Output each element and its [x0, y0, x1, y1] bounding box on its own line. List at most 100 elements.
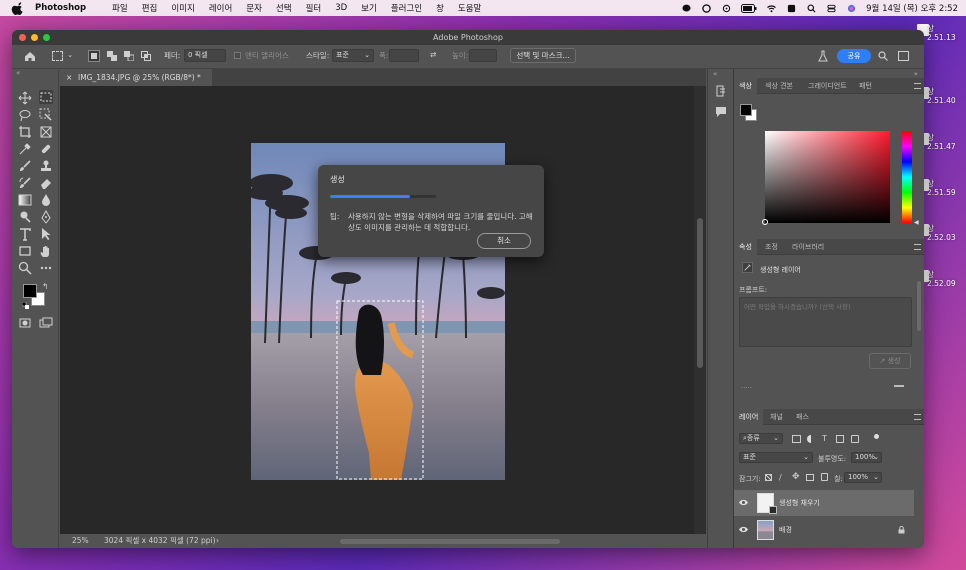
layer-row-background[interactable]: 배경 — [734, 517, 914, 543]
siri-icon[interactable] — [846, 4, 857, 13]
tab-gradients[interactable]: 그레이디언트 — [808, 78, 847, 94]
marquee-preset-icon[interactable] — [52, 51, 63, 61]
apple-icon[interactable] — [11, 2, 25, 16]
swap-colors-icon[interactable]: ↰ — [42, 282, 49, 291]
rectangular-marquee-tool-icon[interactable] — [39, 90, 53, 104]
rectangle-tool-icon[interactable] — [18, 244, 32, 258]
tab-patterns[interactable]: 패턴 — [859, 78, 872, 94]
filter-smart-object-icon[interactable] — [851, 435, 859, 443]
minimize-window-button[interactable] — [31, 34, 38, 41]
app-menu[interactable]: Photoshop — [35, 3, 86, 13]
comments-panel-icon[interactable] — [715, 106, 727, 118]
add-selection-icon[interactable] — [107, 51, 117, 61]
display-icon[interactable] — [786, 4, 797, 13]
panel-resize-handle[interactable] — [894, 385, 904, 388]
tab-layers[interactable]: 레이어 — [734, 409, 764, 425]
hue-slider-handle[interactable]: ◀ — [914, 219, 919, 226]
chevron-right-icon[interactable]: › — [216, 534, 219, 548]
flask-icon[interactable] — [818, 50, 828, 62]
collapse-arrows-icon[interactable]: « — [713, 70, 717, 78]
color-picker-cursor[interactable] — [762, 219, 768, 225]
eraser-tool-icon[interactable] — [39, 176, 53, 190]
history-panel-icon[interactable] — [715, 85, 727, 97]
history-brush-tool-icon[interactable] — [18, 176, 32, 190]
desktop-file[interactable]: 상 2.51.47 — [917, 133, 965, 163]
lasso-tool-icon[interactable] — [18, 108, 32, 122]
layer-filter-kind-dropdown[interactable]: ⌕종류 ⌄ — [739, 433, 783, 444]
menu-edit[interactable]: 편집 — [142, 2, 158, 14]
antialias-checkbox[interactable] — [234, 52, 241, 59]
hand-tool-icon[interactable] — [39, 244, 53, 258]
collapse-arrows-icon[interactable]: « — [16, 69, 20, 77]
menu-view[interactable]: 보기 — [361, 2, 377, 14]
zoom-tool-icon[interactable] — [18, 261, 32, 275]
menu-type[interactable]: 문자 — [246, 2, 262, 14]
desktop-file[interactable]: 상 2.52.09 — [917, 270, 965, 300]
blend-mode-dropdown[interactable]: 표준 ⌄ — [739, 452, 813, 463]
foreground-color-swatch[interactable] — [23, 284, 37, 298]
width-input[interactable] — [389, 49, 419, 62]
style-dropdown[interactable]: 표준 ⌄ — [332, 49, 374, 62]
cancel-button[interactable]: 취소 — [477, 233, 531, 249]
visibility-eye-icon[interactable] — [739, 499, 748, 506]
filter-shape-icon[interactable] — [836, 435, 844, 443]
clone-stamp-tool-icon[interactable] — [39, 159, 53, 173]
lock-all-icon[interactable] — [821, 473, 828, 481]
gradient-tool-icon[interactable] — [18, 193, 32, 207]
frame-tool-icon[interactable] — [39, 125, 53, 139]
desktop-file[interactable]: 상 2.51.59 — [917, 179, 965, 209]
lock-position-icon[interactable]: ✥ — [792, 472, 800, 482]
crop-tool-icon[interactable] — [18, 125, 32, 139]
path-selection-tool-icon[interactable] — [39, 227, 53, 241]
type-tool-icon[interactable] — [18, 227, 32, 241]
collapse-arrows-icon[interactable]: » — [914, 70, 918, 78]
menu-file[interactable]: 파일 — [112, 2, 128, 14]
document-tab[interactable]: × IMG_1834.JPG @ 25% (RGB/8*) * — [60, 69, 212, 86]
visibility-eye-icon[interactable] — [739, 526, 748, 533]
tab-adjustments[interactable]: 조정 — [765, 239, 778, 255]
desktop-file[interactable]: 상 2.51.13 — [917, 24, 965, 54]
menu-help[interactable]: 도움말 — [458, 2, 481, 14]
screen-mode-icon[interactable] — [39, 316, 53, 330]
color-picker-field[interactable] — [765, 131, 890, 223]
menu-image[interactable]: 이미지 — [171, 2, 194, 14]
filter-type-icon[interactable]: T — [822, 434, 827, 443]
workspace-icon[interactable] — [898, 51, 909, 61]
share-button[interactable]: 공유 — [837, 49, 871, 63]
menu-select[interactable]: 선택 — [276, 2, 292, 14]
swap-icon[interactable]: ⇄ — [430, 50, 436, 59]
wifi-icon[interactable] — [766, 4, 777, 13]
sync-icon[interactable] — [721, 4, 732, 13]
opacity-input[interactable]: 100% ⌄ — [851, 452, 882, 463]
spotlight-search-icon[interactable] — [806, 3, 817, 13]
menubar-clock[interactable]: 9월 14일 (목) 오후 2:52 — [866, 2, 958, 14]
new-selection-icon[interactable] — [88, 50, 100, 62]
chat-icon[interactable] — [681, 4, 692, 13]
tab-swatches[interactable]: 색상 견본 — [765, 78, 793, 94]
pen-tool-icon[interactable] — [39, 210, 53, 224]
blur-tool-icon[interactable] — [39, 193, 53, 207]
scroll-thumb[interactable] — [697, 218, 703, 368]
vertical-scrollbar[interactable] — [694, 86, 706, 534]
menu-plugins[interactable]: 플러그인 — [391, 2, 422, 14]
height-input[interactable] — [469, 49, 497, 62]
lock-pixels-icon[interactable]: / — [779, 473, 782, 482]
hue-slider[interactable] — [902, 131, 912, 223]
control-center-icon[interactable] — [826, 4, 837, 13]
close-window-button[interactable] — [19, 34, 26, 41]
panel-menu-icon[interactable] — [914, 83, 921, 89]
horizontal-scrollbar[interactable] — [340, 539, 560, 544]
desktop-file[interactable]: 상 2.51.40 — [917, 87, 965, 117]
lock-icon[interactable] — [898, 525, 905, 534]
zoom-level[interactable]: 25% — [72, 534, 89, 548]
layer-name[interactable]: 배경 — [779, 525, 792, 535]
move-tool-icon[interactable] — [18, 91, 32, 105]
prompt-input[interactable]: 어떤 작업을 하시겠습니까? (선택 사항) — [739, 297, 912, 347]
subtract-selection-icon[interactable] — [124, 51, 135, 62]
eyedropper-tool-icon[interactable] — [18, 142, 32, 156]
layer-row-generative-fill[interactable]: 생성형 채우기 — [734, 490, 914, 516]
home-icon[interactable] — [24, 51, 36, 62]
canvas-area[interactable]: 생성 팁: 사용하지 않는 변형을 삭제하여 파일 크기를 줄입니다. 고해상도… — [60, 86, 694, 534]
brush-tool-icon[interactable] — [18, 159, 32, 173]
creative-cloud-icon[interactable] — [701, 3, 712, 13]
